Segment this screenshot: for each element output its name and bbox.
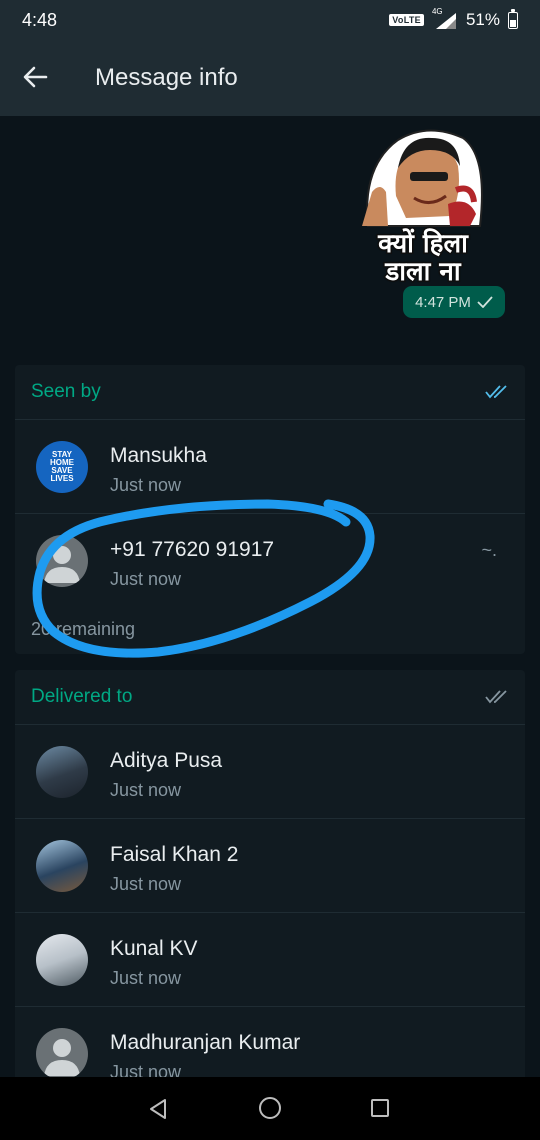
contact-time: Just now <box>110 874 182 894</box>
nav-back-icon[interactable] <box>146 1097 170 1121</box>
back-arrow-icon[interactable] <box>22 64 52 92</box>
sticker-caption-line2: डाला ना <box>384 256 462 289</box>
contact-row[interactable]: Faisal Khan 2 Just now <box>15 819 525 913</box>
contact-name: Madhuranjan Kumar <box>110 1031 301 1054</box>
contact-time: Just now <box>110 968 182 988</box>
delivered-to-label: Delivered to <box>31 686 133 707</box>
page-title: Message info <box>95 64 238 91</box>
delivered-to-section: Delivered to Aditya Pusa Just now Faisal… <box>15 670 525 1090</box>
system-nav-bar <box>0 1077 540 1140</box>
delivered-double-check-icon <box>485 690 507 704</box>
sent-check-icon <box>477 296 493 308</box>
contact-row[interactable]: Kunal KV Just now <box>15 913 525 1007</box>
contact-row[interactable]: +91 77620 91917 Just now ~. <box>15 514 525 608</box>
default-avatar-icon <box>36 535 88 587</box>
avatar <box>36 746 88 798</box>
status-bar: 4:48 VoLTE 4G 51% <box>0 0 540 40</box>
avatar-text: LIVES <box>50 474 74 483</box>
read-double-check-icon <box>485 385 507 399</box>
nav-recents-icon[interactable] <box>371 1099 389 1117</box>
status-icons: VoLTE 4G 51% <box>389 7 518 30</box>
seen-by-section: Seen by STAY HOME SAVE LIVES Mansukha Ju… <box>15 365 525 654</box>
contact-name: Mansukha <box>110 444 207 467</box>
avatar <box>36 840 88 892</box>
volte-icon: VoLTE <box>389 14 424 26</box>
status-time: 4:48 <box>22 9 58 30</box>
battery-icon <box>508 8 518 29</box>
app-header: Message info <box>0 40 540 116</box>
message-time: 4:47 PM <box>415 293 471 311</box>
default-avatar-icon <box>36 1028 88 1080</box>
sticker-image <box>362 129 483 227</box>
avatar: STAY HOME SAVE LIVES <box>36 441 88 493</box>
contact-time: Just now <box>110 780 182 800</box>
message-time-bubble: 4:47 PM <box>403 286 505 318</box>
contact-about: ~. <box>481 540 497 560</box>
sticker-message[interactable]: क्यों हिला डाला ना <box>358 126 488 289</box>
delivered-to-header: Delivered to <box>15 670 525 725</box>
contact-row[interactable]: Aditya Pusa Just now <box>15 725 525 819</box>
seen-by-header: Seen by <box>15 365 525 420</box>
battery-fill <box>510 19 516 27</box>
signal-icon: 4G <box>432 7 458 29</box>
contact-time: Just now <box>110 569 182 589</box>
nav-home-icon[interactable] <box>259 1097 281 1119</box>
contact-name: Kunal KV <box>110 937 198 960</box>
contact-name: Aditya Pusa <box>110 749 223 772</box>
battery-percent: 51% <box>465 10 500 29</box>
contact-row[interactable]: STAY HOME SAVE LIVES Mansukha Just now <box>15 420 525 514</box>
avatar <box>36 934 88 986</box>
contact-name: +91 77620 91917 <box>110 538 275 561</box>
seen-by-label: Seen by <box>31 381 101 402</box>
message-preview: क्यों हिला डाला ना 4:47 PM <box>0 116 540 356</box>
contact-name: Faisal Khan 2 <box>110 843 239 866</box>
contact-time: Just now <box>110 475 182 495</box>
remaining-count[interactable]: 20 remaining <box>31 619 135 640</box>
